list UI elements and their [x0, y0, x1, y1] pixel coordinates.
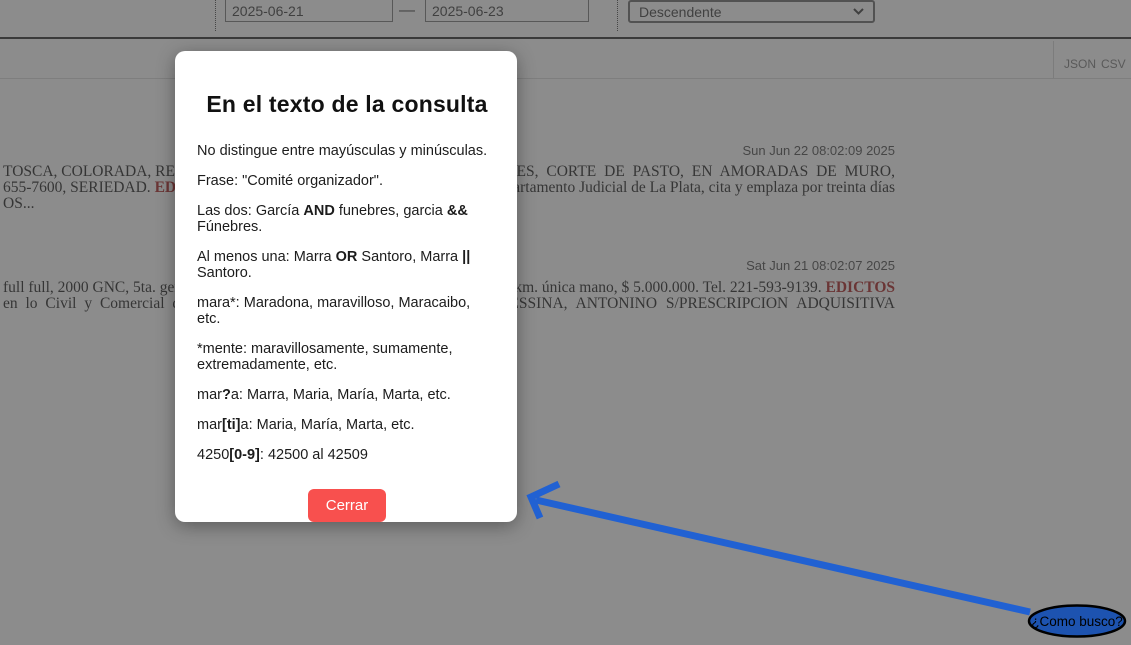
help-text: mar [197, 387, 222, 403]
help-paragraph: mar?a: Marra, Maria, María, Marta, etc. [197, 387, 497, 403]
help-paragraph: Al menos una: Marra OR Santoro, Marra ||… [197, 249, 497, 281]
help-text: Santoro. [197, 265, 252, 281]
help-text: : 42500 al 42509 [260, 447, 368, 463]
help-text: Las dos: García [197, 203, 303, 219]
help-text: Frase: "Comité organizador". [197, 173, 383, 189]
help-button-label: ¿Como busco? [1031, 614, 1123, 629]
search-help-modal: En el texto de la consulta No distingue … [175, 51, 517, 522]
help-operator: [ti] [222, 417, 241, 433]
help-operator: || [462, 249, 470, 265]
close-button[interactable]: Cerrar [308, 489, 386, 522]
help-text: mara*: Maradona, maravilloso, Maracaibo,… [197, 295, 470, 327]
help-text: a: Marra, Maria, María, Marta, etc. [231, 387, 451, 403]
help-operator: AND [303, 203, 334, 219]
help-paragraph: No distingue entre mayúsculas y minúscul… [197, 143, 497, 159]
help-text: Fúnebres. [197, 219, 262, 235]
help-text: Al menos una: Marra [197, 249, 336, 265]
help-paragraph: mar[ti]a: Maria, María, Marta, etc. [197, 417, 497, 433]
help-paragraph: *mente: maravillosamente, sumamente, ext… [197, 341, 497, 373]
help-text: a: Maria, María, Marta, etc. [241, 417, 415, 433]
help-paragraph: Frase: "Comité organizador". [197, 173, 497, 189]
help-paragraph: 4250[0-9]: 42500 al 42509 [197, 447, 497, 463]
modal-title: En el texto de la consulta [197, 91, 497, 118]
help-paragraph: Las dos: García AND funebres, garcia && … [197, 203, 497, 235]
help-text: No distingue entre mayúsculas y minúscul… [197, 143, 487, 159]
help-text: mar [197, 417, 222, 433]
help-operator: [0-9] [229, 447, 260, 463]
help-text: 4250 [197, 447, 229, 463]
help-text: funebres, garcia [335, 203, 447, 219]
help-operator: ? [222, 387, 231, 403]
help-operator: && [447, 203, 468, 219]
help-button[interactable]: ¿Como busco? [1029, 606, 1125, 637]
help-text: Santoro, Marra [357, 249, 462, 265]
help-paragraph: mara*: Maradona, maravilloso, Maracaibo,… [197, 295, 497, 327]
help-operator: OR [336, 249, 358, 265]
modal-backdrop[interactable] [0, 0, 1131, 645]
help-text: *mente: maravillosamente, sumamente, ext… [197, 341, 452, 373]
